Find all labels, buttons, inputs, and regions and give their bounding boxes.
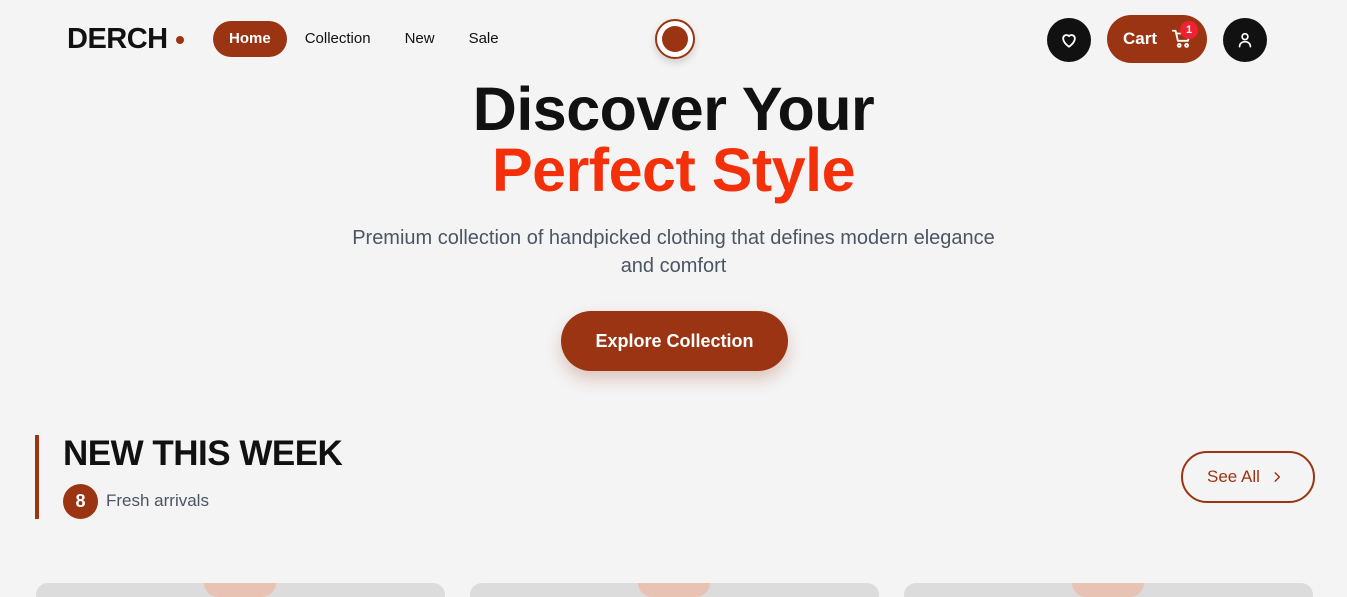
cart-label: Cart — [1123, 29, 1158, 48]
explore-collection-button[interactable]: Explore Collection — [561, 311, 788, 371]
product-card[interactable] — [36, 583, 445, 597]
account-button[interactable] — [1223, 18, 1267, 62]
main-nav: Home Collection New Sale — [213, 21, 517, 57]
see-all-label: See All — [1207, 467, 1260, 486]
hero-title: Discover Your — [472, 75, 875, 143]
arrivals-count-badge: 8 — [63, 484, 98, 519]
brand-name: DERCH — [67, 23, 168, 55]
brand-dot — [175, 36, 184, 44]
center-logo[interactable] — [655, 19, 695, 59]
heart-icon — [1062, 34, 1076, 48]
wishlist-button[interactable] — [1047, 18, 1091, 62]
product-image — [1072, 583, 1144, 597]
hero-title-highlight: Perfect Style — [491, 136, 856, 204]
arrivals-label: Fresh arrivals — [106, 491, 209, 510]
chevron-right-icon — [1274, 472, 1280, 482]
cart-button[interactable]: Cart 1 — [1107, 15, 1207, 63]
user-icon — [1238, 32, 1252, 48]
product-image — [204, 583, 276, 597]
center-logo-dot — [662, 26, 688, 52]
hero-subtitle: Premium collection of handpicked clothin… — [352, 227, 995, 277]
nav-sale[interactable]: Sale — [453, 21, 515, 57]
see-all-button[interactable]: See All — [1181, 451, 1315, 503]
cart-count-badge: 1 — [1180, 21, 1198, 39]
nav-new[interactable]: New — [389, 21, 451, 57]
section-title: NEW THIS WEEK — [63, 434, 343, 473]
nav-collection[interactable]: Collection — [289, 21, 387, 57]
nav-home[interactable]: Home — [213, 21, 287, 57]
product-card[interactable] — [470, 583, 879, 597]
brand-logo[interactable]: DERCH — [67, 22, 184, 56]
product-card[interactable] — [904, 583, 1313, 597]
section-accent-bar — [35, 435, 39, 519]
product-image — [638, 583, 710, 597]
